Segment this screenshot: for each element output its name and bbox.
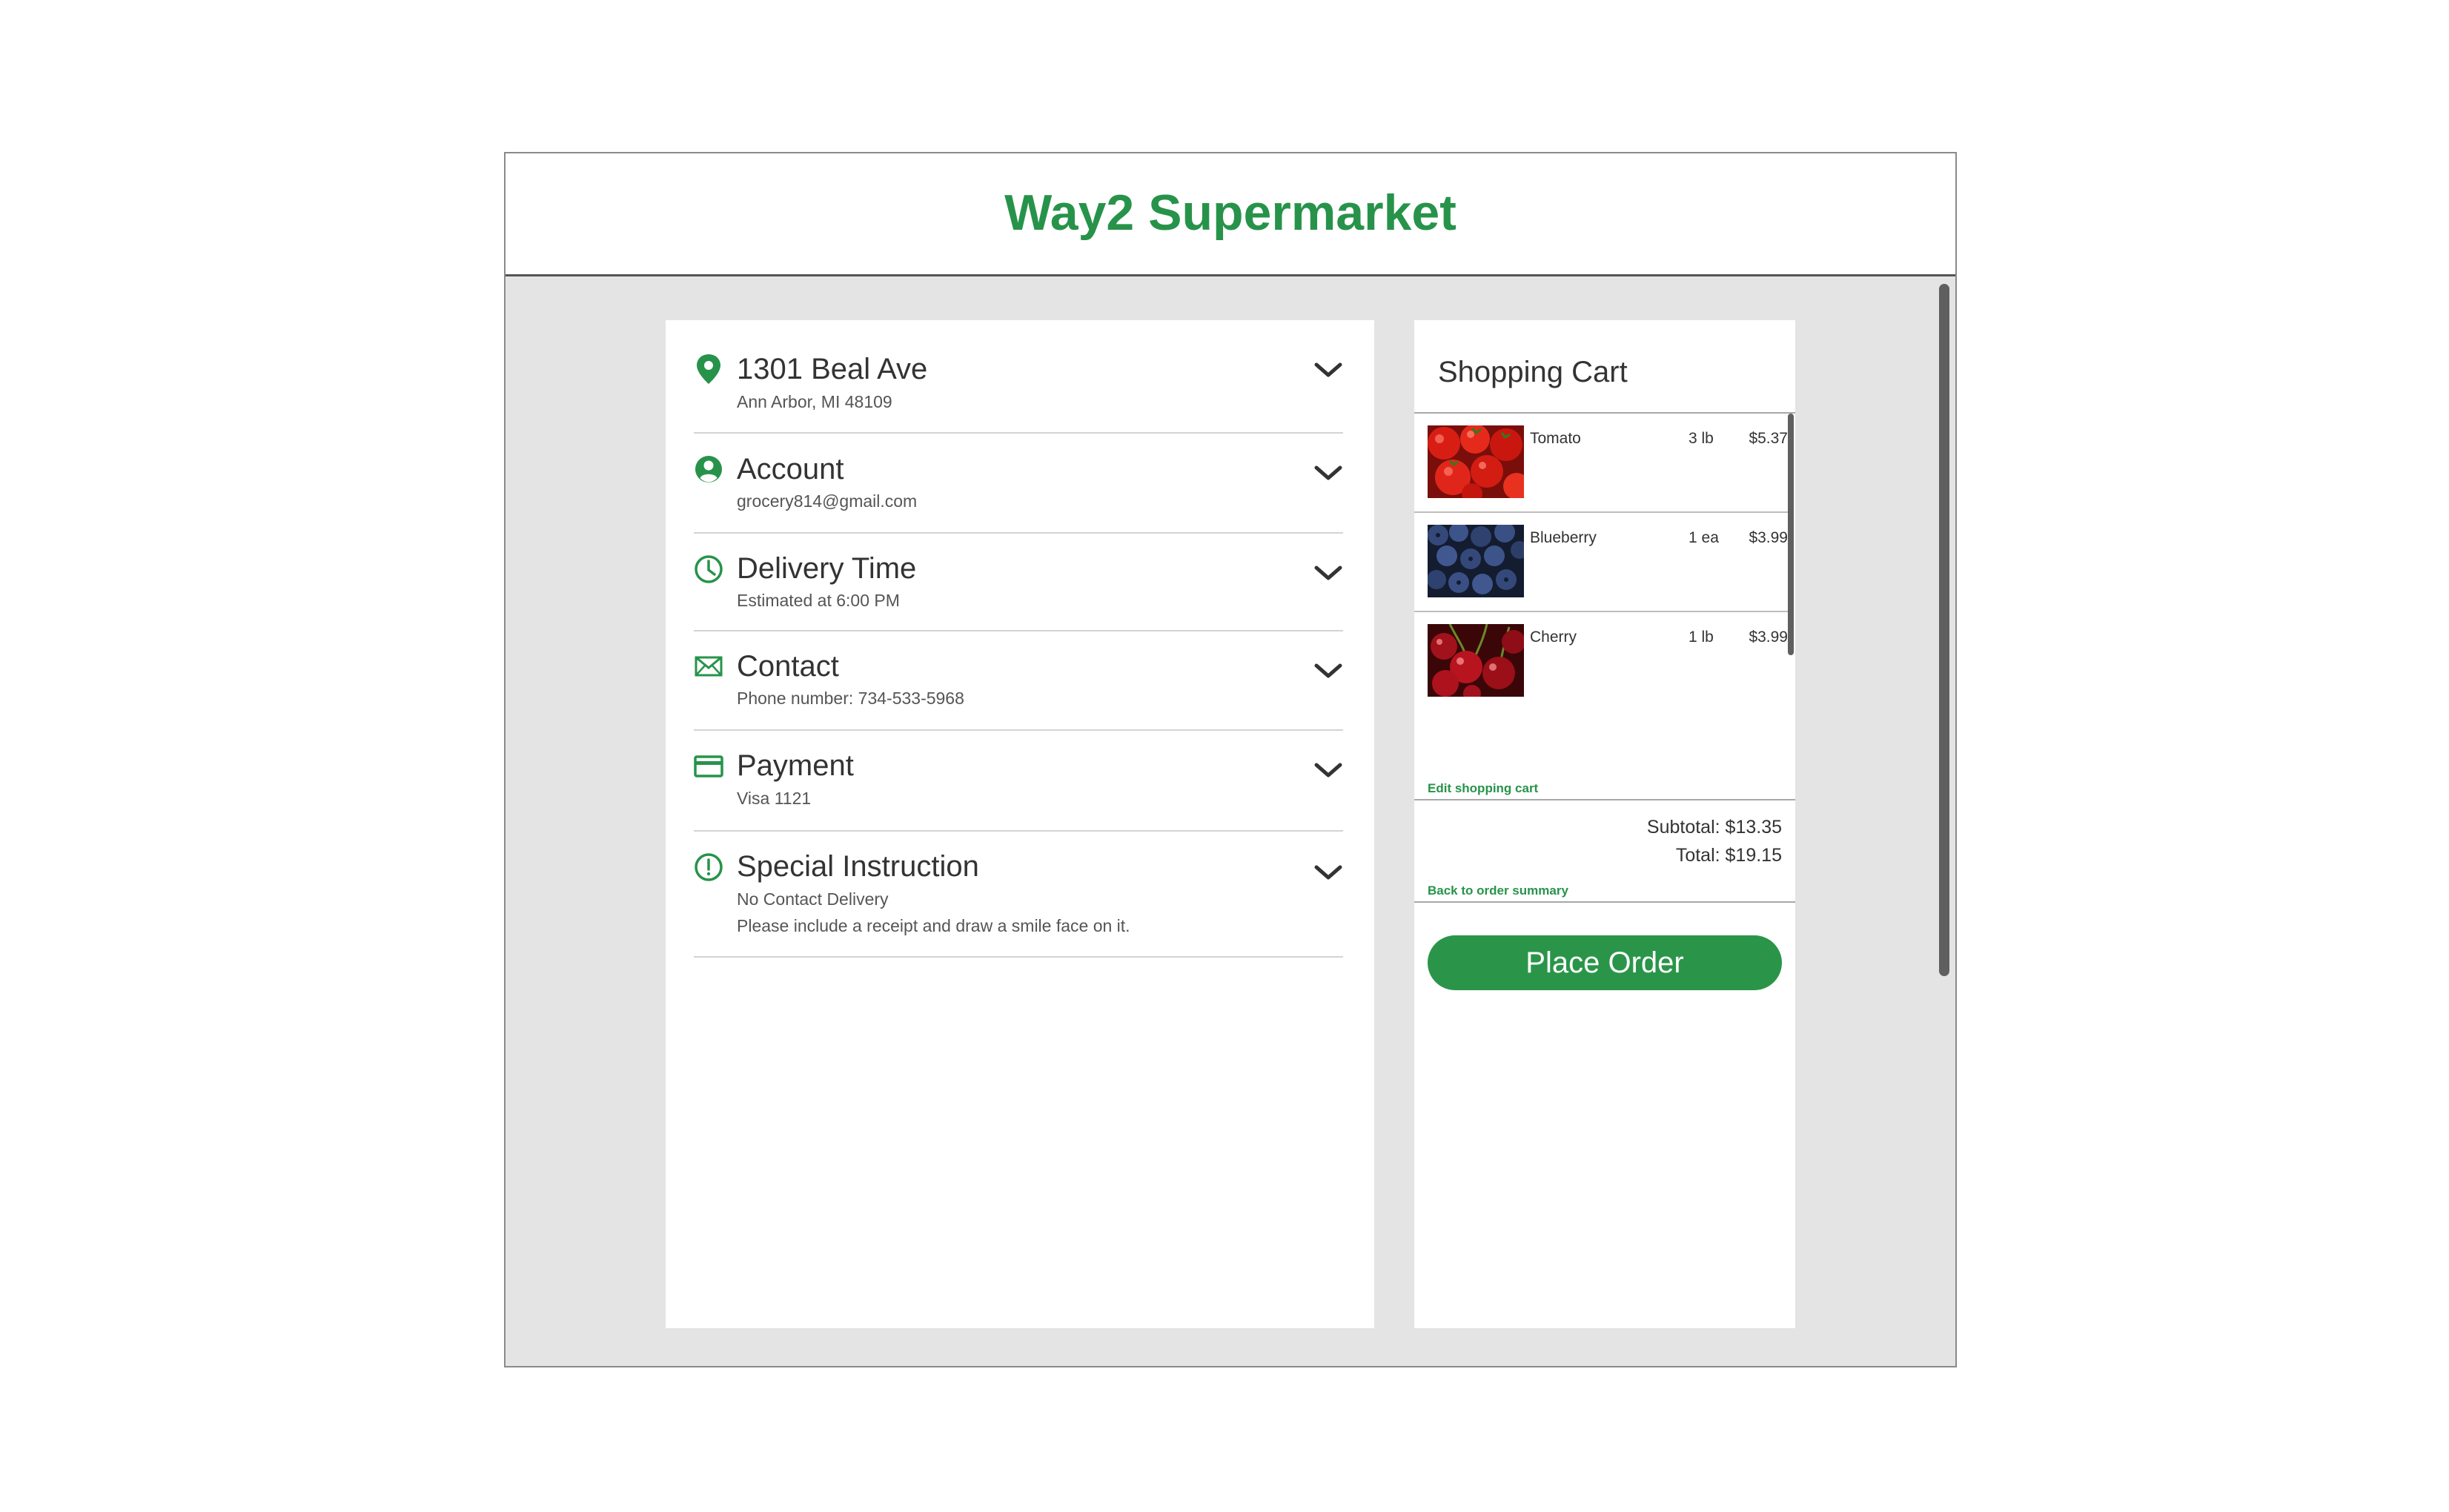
cart-item-cherry[interactable]: Cherry 1 lb $3.99 — [1414, 612, 1788, 712]
place-order-button[interactable]: Place Order — [1428, 935, 1782, 990]
payment-subtitle: Visa 1121 — [737, 789, 812, 808]
cherry-image — [1428, 624, 1524, 697]
cart-item-price: $5.37 — [1749, 430, 1788, 447]
cart-item-name: Tomato — [1530, 430, 1581, 447]
special-instruction-section[interactable]: Special Instruction No Contact Delivery … — [694, 832, 1343, 958]
subtotal-text: Subtotal: $13.35 — [1646, 817, 1782, 838]
cart-item-name: Cherry — [1530, 629, 1577, 646]
cart-item-qty: 1 ea — [1689, 529, 1719, 546]
chevron-down-icon[interactable] — [1313, 465, 1343, 483]
contact-section[interactable]: Contact Phone number: 734-533-5968 — [694, 631, 1343, 731]
account-icon — [695, 456, 722, 483]
cart-item-price: $3.99 — [1749, 629, 1788, 646]
contact-title: Contact — [737, 650, 839, 683]
chevron-down-icon[interactable] — [1313, 864, 1343, 882]
map-pin-icon — [697, 354, 720, 384]
chevron-down-icon[interactable] — [1313, 565, 1343, 583]
cart-item-blueberry[interactable]: Blueberry 1 ea $3.99 — [1414, 513, 1788, 612]
contact-subtitle: Phone number: 734-533-5968 — [737, 689, 964, 708]
cart-item-qty: 1 lb — [1689, 629, 1714, 646]
clock-icon — [695, 555, 723, 583]
payment-section[interactable]: Payment Visa 1121 — [694, 731, 1343, 832]
account-section[interactable]: Account grocery814@gmail.com — [694, 434, 1343, 534]
mail-icon — [695, 656, 723, 677]
payment-title: Payment — [737, 749, 854, 782]
special-instruction-title: Special Instruction — [737, 850, 979, 883]
cart-item-name: Blueberry — [1530, 529, 1597, 546]
page-scrollbar[interactable] — [1939, 284, 1949, 976]
cart-item-qty: 3 lb — [1689, 430, 1714, 447]
app-window: Way2 Supermarket 1301 Beal Ave Ann Arbor… — [504, 152, 1957, 1367]
shopping-cart-panel: Shopping Cart Tomato 3 lb $5.37 Blueberr… — [1414, 320, 1795, 1328]
app-header: Way2 Supermarket — [506, 153, 1955, 276]
address-title: 1301 Beal Ave — [737, 353, 928, 385]
account-title: Account — [737, 453, 844, 485]
delivery-time-subtitle: Estimated at 6:00 PM — [737, 591, 900, 610]
chevron-down-icon[interactable] — [1313, 663, 1343, 680]
edit-shopping-cart-link[interactable]: Edit shopping cart — [1428, 781, 1538, 796]
cart-scrollbar[interactable] — [1788, 414, 1794, 655]
delivery-time-title: Delivery Time — [737, 552, 917, 585]
special-instruction-subtitle: No Contact Delivery — [737, 889, 889, 909]
app-title: Way2 Supermarket — [1004, 184, 1457, 241]
tomato-image — [1428, 425, 1524, 498]
special-instruction-note: Please include a receipt and draw a smil… — [737, 916, 1130, 935]
order-details-panel: 1301 Beal Ave Ann Arbor, MI 48109 Accoun… — [666, 320, 1374, 1328]
address-section[interactable]: 1301 Beal Ave Ann Arbor, MI 48109 — [694, 320, 1343, 434]
cart-divider — [1414, 901, 1795, 903]
account-subtitle: grocery814@gmail.com — [737, 491, 918, 511]
credit-card-icon — [694, 755, 723, 777]
total-text: Total: $19.15 — [1675, 845, 1782, 866]
cart-item-price: $3.99 — [1749, 529, 1788, 546]
chevron-down-icon[interactable] — [1313, 762, 1343, 780]
cart-title: Shopping Cart — [1438, 356, 1628, 388]
cart-divider — [1414, 799, 1795, 800]
alert-circle-icon — [695, 853, 723, 881]
back-to-order-summary-link[interactable]: Back to order summary — [1428, 883, 1568, 898]
delivery-time-section[interactable]: Delivery Time Estimated at 6:00 PM — [694, 534, 1343, 631]
cart-item-tomato[interactable]: Tomato 3 lb $5.37 — [1414, 414, 1788, 513]
address-subtitle: Ann Arbor, MI 48109 — [737, 392, 892, 411]
chevron-down-icon[interactable] — [1313, 362, 1343, 379]
blueberry-image — [1428, 525, 1524, 597]
